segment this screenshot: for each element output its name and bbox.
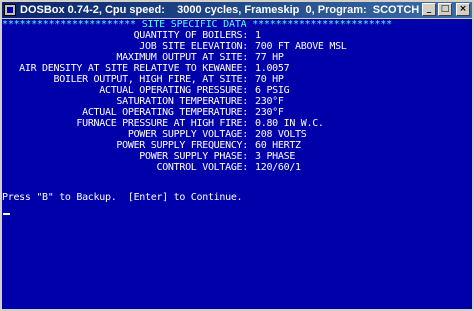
site-data-row: JOB SITE ELEVATION: 700 FT ABOVE MSL [2, 41, 472, 52]
dosbox-window: DOSBox 0.74-2, Cpu speed: 3000 cycles, F… [0, 0, 474, 311]
screen-header: *********************** SITE SPECIFIC DA… [2, 19, 392, 30]
site-data-label: CONTROL VOLTAGE: [156, 162, 248, 173]
text-cursor [3, 213, 10, 215]
site-data-value: 6 PSIG [255, 85, 290, 96]
site-data-row: CONTROL VOLTAGE: 120/60/1 [2, 162, 472, 173]
site-data-row: ACTUAL OPERATING TEMPERATURE: 230°F [2, 107, 472, 118]
site-data-value: 77 HP [255, 52, 284, 63]
site-data-row: SATURATION TEMPERATURE: 230°F [2, 96, 472, 107]
site-data-value: 230°F [255, 96, 284, 107]
site-data-value: 0.80 IN W.C. [255, 118, 324, 129]
site-data-row: QUANTITY OF BOILERS: 1 [2, 30, 472, 41]
site-data-label: BOILER OUTPUT, HIGH FIRE, AT SITE: [53, 74, 249, 85]
site-data-row: ACTUAL OPERATING PRESSURE: 6 PSIG [2, 85, 472, 96]
site-data-value: 208 VOLTS [255, 129, 307, 140]
site-data-label: ACTUAL OPERATING TEMPERATURE: [82, 107, 248, 118]
site-data-label: MAXIMUM OUTPUT AT SITE: [116, 52, 248, 63]
minimize-button[interactable]: _ [422, 3, 436, 16]
site-data-row: BOILER OUTPUT, HIGH FIRE, AT SITE: 70 HP [2, 74, 472, 85]
dos-screen[interactable]: *********************** SITE SPECIFIC DA… [2, 19, 472, 309]
site-data-row: POWER SUPPLY PHASE: 3 PHASE [2, 151, 472, 162]
title-bar[interactable]: DOSBox 0.74-2, Cpu speed: 3000 cycles, F… [2, 2, 472, 18]
maximize-button[interactable]: □ [438, 3, 452, 16]
site-data-label: POWER SUPPLY VOLTAGE: [127, 129, 248, 140]
site-data-label: JOB SITE ELEVATION: [139, 41, 248, 52]
window-title: DOSBox 0.74-2, Cpu speed: 3000 cycles, F… [20, 4, 420, 16]
navigation-prompt: Press "B" to Backup. [Enter] to Continue… [2, 192, 243, 203]
site-data-value: 120/60/1 [255, 162, 301, 173]
site-data-row: AIR DENSITY AT SITE RELATIVE TO KEWANEE:… [2, 63, 472, 74]
site-data-row: FURNACE PRESSURE AT HIGH FIRE: 0.80 IN W.… [2, 118, 472, 129]
site-data-label: QUANTITY OF BOILERS: [133, 30, 249, 41]
site-data-row: POWER SUPPLY VOLTAGE: 208 VOLTS [2, 129, 472, 140]
window-controls: _ □ × [422, 3, 470, 16]
site-data-label: ACTUAL OPERATING PRESSURE: [99, 85, 248, 96]
dosbox-icon[interactable] [4, 4, 16, 16]
site-data-value: 700 FT ABOVE MSL [255, 41, 347, 52]
site-data-label: SATURATION TEMPERATURE: [116, 96, 248, 107]
site-data-value: 3 PHASE [255, 151, 296, 162]
site-data-value: 1 [255, 30, 261, 41]
site-data-value: 70 HP [255, 74, 284, 85]
site-data-value: 230°F [255, 107, 284, 118]
site-data-label: POWER SUPPLY FREQUENCY: [116, 140, 248, 151]
site-data-row: POWER SUPPLY FREQUENCY: 60 HERTZ [2, 140, 472, 151]
site-data-label: FURNACE PRESSURE AT HIGH FIRE: [76, 118, 248, 129]
site-data-label: POWER SUPPLY PHASE: [139, 151, 248, 162]
site-data-value: 1.0057 [255, 63, 290, 74]
site-data-label: AIR DENSITY AT SITE RELATIVE TO KEWANEE: [19, 63, 248, 74]
close-button[interactable]: × [456, 3, 470, 16]
site-data-value: 60 HERTZ [255, 140, 301, 151]
site-data-row: MAXIMUM OUTPUT AT SITE: 77 HP [2, 52, 472, 63]
